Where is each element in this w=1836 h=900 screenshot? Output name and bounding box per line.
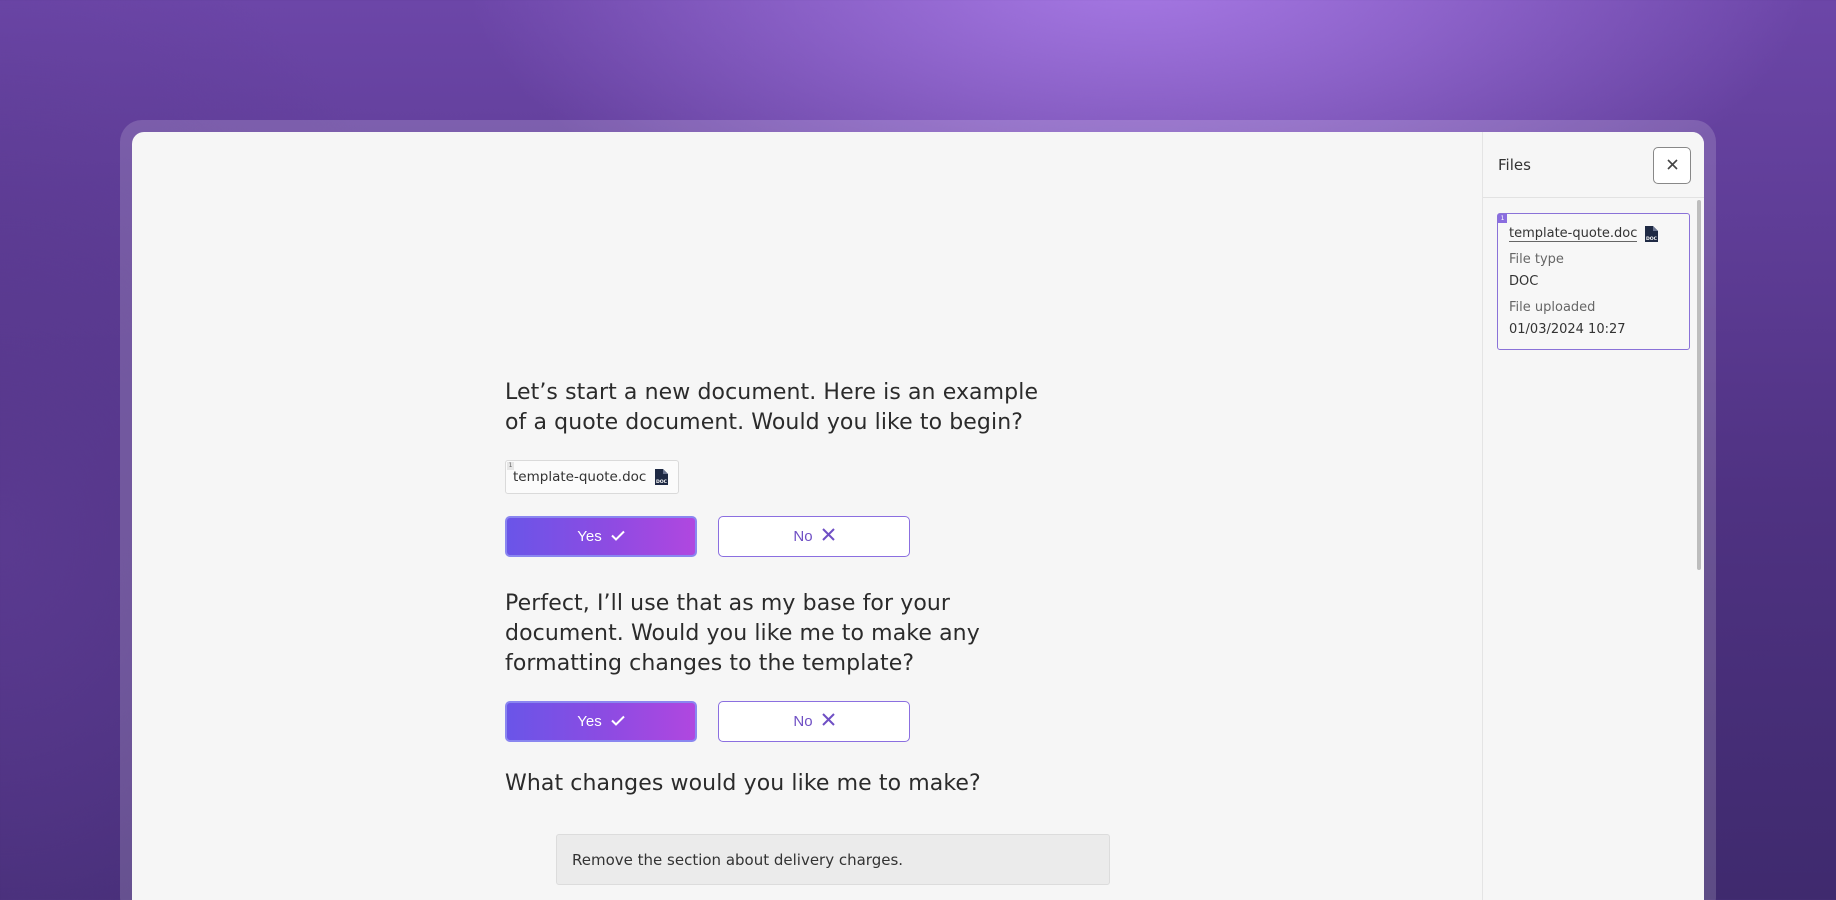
check-icon <box>611 528 625 545</box>
assistant-message-2: Perfect, I’ll use that as my base for yo… <box>505 591 980 676</box>
files-panel: Files 1 template-quote.doc DOC File type… <box>1482 132 1704 900</box>
yes-label: Yes <box>577 528 602 545</box>
check-icon <box>611 713 625 730</box>
x-icon <box>821 713 835 730</box>
attachment-index: 1 <box>507 462 514 470</box>
close-icon <box>1666 158 1678 173</box>
svg-text:DOC: DOC <box>1646 236 1658 242</box>
doc-file-icon: DOC <box>654 468 670 486</box>
no-button-1[interactable]: No <box>718 516 910 557</box>
yes-button-2[interactable]: Yes <box>505 701 697 742</box>
files-panel-header: Files <box>1483 132 1704 198</box>
file-uploaded-value: 01/03/2024 10:27 <box>1509 322 1626 337</box>
close-button[interactable] <box>1653 147 1691 184</box>
file-name-link[interactable]: template-quote.doc <box>1509 226 1638 242</box>
doc-file-icon: DOC <box>1644 225 1660 243</box>
no-label: No <box>793 713 813 730</box>
yes-button-1[interactable]: Yes <box>505 516 697 557</box>
yes-label: Yes <box>577 713 602 730</box>
x-icon <box>821 528 835 545</box>
file-uploaded-label: File uploaded <box>1509 300 1596 315</box>
attachment-name: template-quote.doc <box>513 469 647 485</box>
assistant-message-1: Let’s start a new document. Here is an e… <box>505 380 1039 435</box>
assistant-message-3: What changes would you like me to make? <box>505 771 981 796</box>
chat-area: Let’s start a new document. Here is an e… <box>132 132 1482 900</box>
no-label: No <box>793 528 813 545</box>
no-button-2[interactable]: No <box>718 701 910 742</box>
files-panel-scrollbar[interactable] <box>1697 200 1701 570</box>
file-index: 1 <box>1498 214 1507 223</box>
files-panel-title: Files <box>1498 156 1531 174</box>
file-type-label: File type <box>1509 252 1564 267</box>
file-card[interactable]: 1 template-quote.doc DOC File type DOC F… <box>1497 213 1690 350</box>
svg-text:DOC: DOC <box>656 479 668 485</box>
app-window: Let’s start a new document. Here is an e… <box>132 132 1704 900</box>
user-reply-bubble: Remove the section about delivery charge… <box>556 834 1110 885</box>
attachment-chip[interactable]: 1 template-quote.doc DOC <box>505 460 680 494</box>
file-type-value: DOC <box>1509 274 1539 289</box>
file-name-row: template-quote.doc DOC <box>1509 225 1660 243</box>
